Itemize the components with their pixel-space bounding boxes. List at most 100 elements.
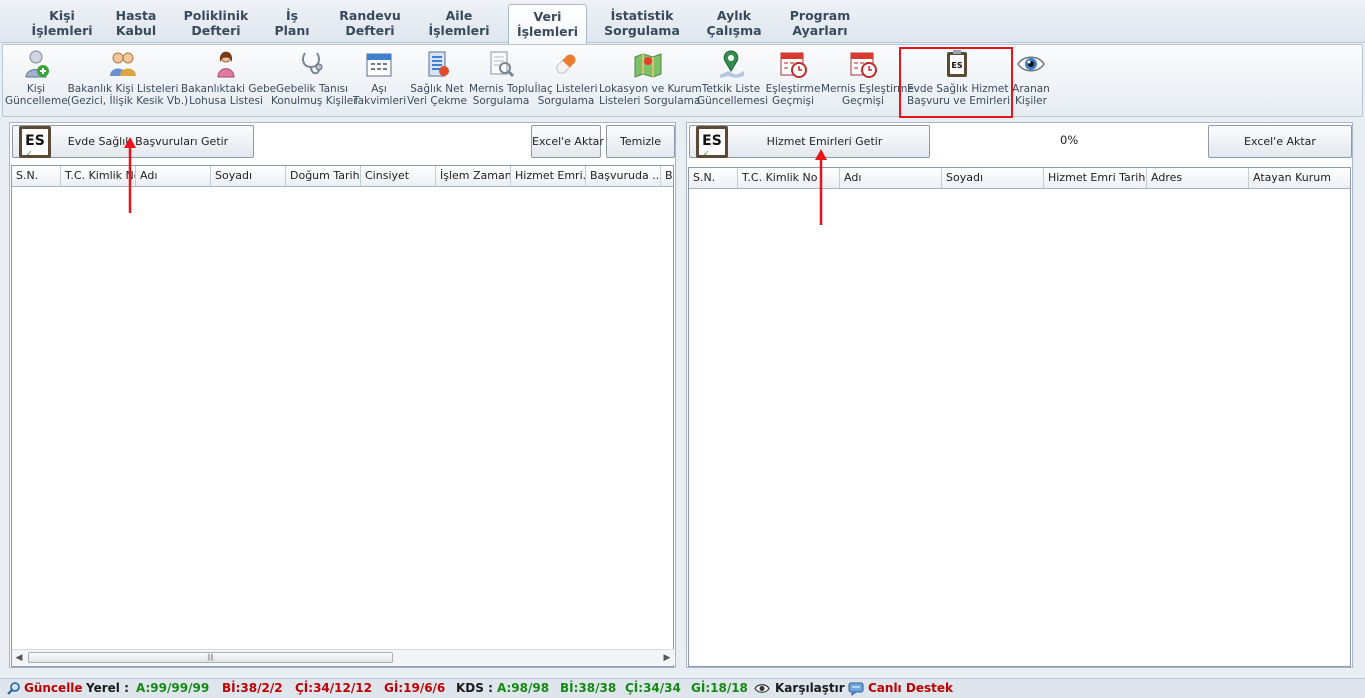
progress-percent: 0%	[1060, 133, 1079, 147]
gebe-lohusa-listesi-button[interactable]: Bakanlıktaki Gebe Lohusa Listesi	[181, 49, 276, 115]
tetkik-liste-guncellemesi-button[interactable]: Tetkik Liste Güncellemesi	[697, 49, 768, 115]
person-sync-icon	[21, 49, 51, 79]
svg-text:ES: ES	[951, 61, 962, 70]
tab-is-plani[interactable]: İş Planı	[266, 4, 318, 44]
tab-istatistik-sorgulama[interactable]: İstatistik Sorgulama	[598, 4, 686, 44]
ribbon-label: Başvuru ve Emirleri	[907, 95, 1011, 107]
scroll-thumb[interactable]: ∥∥	[28, 652, 393, 663]
mernis-eslestirme-gecmisi-button[interactable]: Mernis Eşleştirme Geçmişi	[821, 49, 914, 115]
hizmet-emirleri-grid[interactable]: S.N. T.C. Kimlik No Adı Soyadı Hizmet Em…	[688, 167, 1351, 667]
kds-bi-value: Bİ:38/38	[560, 681, 617, 695]
database-icon	[422, 49, 452, 79]
excel-export-button[interactable]: Excel'e Aktar	[531, 125, 604, 158]
kds-ci-value: Çİ:34/34	[625, 681, 681, 695]
update-link[interactable]: Güncelle	[24, 679, 83, 698]
tab-aylik-calisma[interactable]: Aylık Çalışma	[698, 4, 770, 44]
clear-button[interactable]: Temizle	[606, 125, 675, 158]
column-header[interactable]: S.N.	[689, 168, 738, 188]
ribbon-label: Bakanlık Kişi Listeleri	[67, 83, 179, 95]
tab-label: Sorgulama	[604, 23, 680, 38]
ribbon-label: Evde Sağlık Hizmet	[907, 83, 1009, 95]
tab-label: Aylık	[716, 8, 752, 23]
es-clipboard-icon: ES	[19, 126, 51, 158]
column-header[interactable]: Hizmet Emri...	[511, 166, 586, 186]
ribbon-label: (Gezici, İlişik Kesik Vb.)	[67, 95, 189, 107]
ribbon-label: Kişi	[26, 83, 46, 95]
pregnant-woman-icon	[211, 49, 241, 79]
hizmet-emirleri-getir-button[interactable]: ES Hizmet Emirleri Getir	[689, 125, 930, 158]
hizmet-emirleri-panel: ES Hizmet Emirleri Getir Excel'e Aktar S…	[686, 122, 1353, 668]
lokasyon-kurum-sorgulama-button[interactable]: Lokasyon ve Kurum Listeleri Sorgulama	[599, 49, 702, 115]
tab-kisi-islemleri[interactable]: Kişi İşlemleri	[18, 4, 106, 44]
eslestirme-gecmisi-button[interactable]: Eşleştirme Geçmişi	[765, 49, 821, 115]
magnifier-icon[interactable]	[7, 681, 21, 698]
column-header[interactable]: T.C. Kimlik No	[61, 166, 136, 186]
tab-hasta-kabul[interactable]: Hasta Kabul	[106, 4, 166, 44]
main-tab-bar: Kişi İşlemleri Hasta Kabul Poliklinik Defte…	[0, 0, 1365, 44]
ribbon-label: Güncelleme	[5, 95, 68, 107]
tab-label: Poliklinik	[183, 8, 249, 23]
asi-takvimleri-button[interactable]: Aşı Takvimleri	[353, 49, 406, 115]
mernis-toplu-sorgulama-button[interactable]: Mernis Toplu Sorgulama	[469, 49, 535, 115]
evde-saglik-hizmet-button[interactable]: ES Evde Sağlık Hizmet Başvuru ve Emirleri	[907, 49, 1011, 115]
horizontal-scrollbar[interactable]: ◀ ∥∥ ▶	[12, 649, 674, 665]
kds-a-value: A:98/98	[497, 681, 550, 695]
tab-label: Randevu	[339, 8, 401, 23]
ribbon-label: Sorgulama	[472, 95, 530, 107]
kisi-guncelleme-button[interactable]: Kişi Güncelleme	[5, 49, 68, 115]
column-header[interactable]: Adı	[840, 168, 942, 188]
local-ci-value: Çİ:34/12/12	[295, 681, 372, 695]
tab-label: İstatistik	[610, 8, 674, 23]
column-header[interactable]: Soyadı	[942, 168, 1044, 188]
tab-label: Çalışma	[706, 23, 762, 38]
tab-label: Ayarları	[792, 23, 848, 38]
tab-randevu-defteri[interactable]: Randevu Defteri	[330, 4, 410, 44]
column-header[interactable]: S.N.	[12, 166, 61, 186]
tab-poliklinik-defteri[interactable]: Poliklinik Defteri	[176, 4, 256, 44]
aranan-kisiler-button[interactable]: Aranan Kişiler	[1009, 49, 1053, 115]
column-header[interactable]: İşlem Zamanı	[436, 166, 511, 186]
scroll-left-icon[interactable]: ◀	[13, 652, 25, 664]
excel-export-button[interactable]: Excel'e Aktar	[1208, 125, 1352, 158]
column-header[interactable]: Cinsiyet	[361, 166, 436, 186]
ribbon-label: Tetkik Liste	[701, 83, 761, 95]
grid-header: S.N. T.C. Kimlik No Adı Soyadı Doğum Tar…	[12, 166, 673, 187]
column-header[interactable]: Atayan Kurum	[1249, 168, 1350, 188]
tab-veri-islemleri[interactable]: Veri İşlemleri	[508, 4, 587, 44]
scroll-right-icon[interactable]: ▶	[661, 652, 673, 664]
tab-program-ayarlari[interactable]: Program Ayarları	[780, 4, 860, 44]
ribbon-label: Mernis Eşleştirme	[821, 83, 914, 95]
calendar-clock-icon	[778, 49, 808, 79]
column-header[interactable]: Doğum Tarihi	[286, 166, 361, 186]
ribbon-label: Sorgulama	[537, 95, 595, 107]
ribbon-toolbar: Kişi Güncelleme Bakanlık Kişi Listeleri (G…	[2, 44, 1363, 117]
bakanlik-kisi-listeleri-button[interactable]: Bakanlık Kişi Listeleri (Gezici, İlişik K…	[67, 49, 189, 115]
live-support-link[interactable]: Canlı Destek	[868, 679, 953, 698]
column-header[interactable]: T.C. Kimlik No	[738, 168, 840, 188]
ribbon-label: Mernis Toplu	[469, 83, 535, 95]
saglik-net-veri-cekme-button[interactable]: Sağlık Net Veri Çekme	[405, 49, 469, 115]
basvurular-grid[interactable]: S.N. T.C. Kimlik No Adı Soyadı Doğum Tar…	[11, 165, 674, 667]
column-header[interactable]: Adı	[136, 166, 211, 186]
tab-aile-islemleri[interactable]: Aile İşlemleri	[420, 4, 498, 44]
gebelik-tanisi-button[interactable]: Gebelik Tanısı Konulmuş Kişiler	[271, 49, 358, 115]
column-header[interactable]: Adres	[1147, 168, 1249, 188]
column-header[interactable]: Ba	[661, 166, 673, 186]
ribbon-label: Gebelik Tanısı	[275, 83, 349, 95]
tab-label: İşlemleri	[428, 23, 490, 38]
basvurulari-getir-button[interactable]: ES Evde Sağlık Başvuruları Getir	[12, 125, 254, 158]
basvurular-panel: ES Evde Sağlık Başvuruları Getir Excel'e…	[9, 122, 676, 668]
ribbon-label: Kişiler	[1015, 95, 1047, 107]
column-header[interactable]: Soyadı	[211, 166, 286, 186]
tab-label: Defteri	[191, 23, 241, 38]
stethoscope-icon	[297, 49, 327, 79]
eye-icon	[1016, 49, 1046, 79]
column-header[interactable]: Başvuruda ...	[586, 166, 661, 186]
column-header[interactable]: Hizmet Emri Tarihi	[1044, 168, 1147, 188]
compare-link[interactable]: Karşılaştır	[775, 679, 845, 698]
tab-label: İş	[285, 8, 299, 23]
local-gi-value: Gİ:19/6/6	[384, 681, 446, 695]
ilac-listeleri-sorgulama-button[interactable]: İlaç Listeleri Sorgulama	[533, 49, 599, 115]
map-icon	[633, 49, 663, 79]
tab-label: Kabul	[115, 23, 157, 38]
